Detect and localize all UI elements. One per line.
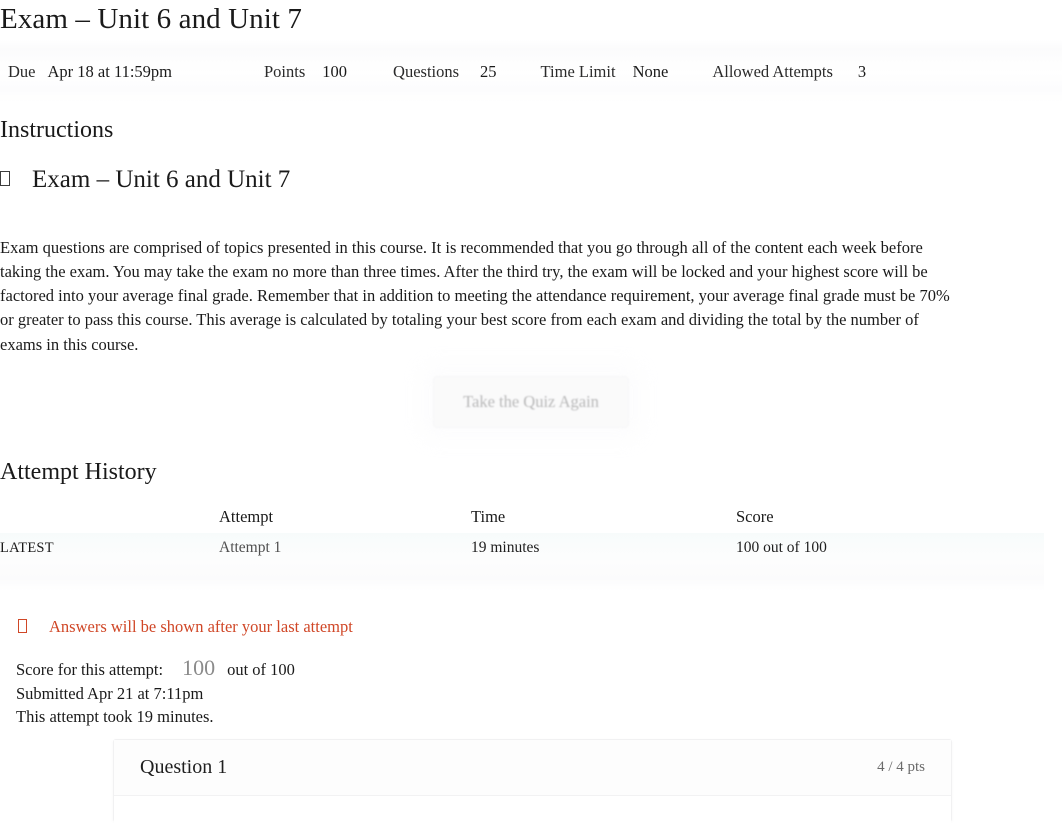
meta-points-value: 100 (322, 62, 348, 81)
attempt-duration: This attempt took 19 minutes. (16, 707, 214, 726)
instructions-body: Exam questions are comprised of topics p… (0, 237, 950, 354)
retake-button-container: Take the Quiz Again (0, 376, 1062, 428)
meta-questions-label: Questions (393, 62, 460, 81)
meta-due-value: Apr 18 at 11:59pm (47, 62, 173, 81)
question-card: Question 1 4 / 4 pts (113, 739, 952, 823)
score-value: 100 (182, 655, 216, 680)
meta-due: Due Apr 18 at 11:59pm (8, 62, 172, 82)
attempt-latest-badge: LATEST (0, 533, 219, 563)
question-points: 4 / 4 pts (877, 759, 925, 775)
table-row: LATEST Attempt 1 19 minutes 100 out of 1… (0, 533, 1044, 563)
score-for-attempt: Score for this attempt: 100 out of 100 (16, 655, 295, 681)
submitted-timestamp: Submitted Apr 21 at 7:11pm (16, 684, 204, 703)
attempt-history-header-row: Attempt Time Score (0, 499, 1044, 533)
instructions-subtitle: Exam – Unit 6 and Unit 7 (0, 166, 290, 194)
column-header-score: Score (736, 507, 774, 526)
meta-allowed-attempts-value: 3 (857, 62, 867, 81)
question-header: Question 1 4 / 4 pts (114, 740, 951, 796)
meta-time-limit-label: Time Limit (540, 62, 616, 81)
attempt-score-cell: 100 out of 100 (736, 539, 827, 556)
meta-due-label: Due (8, 62, 36, 81)
quiz-meta-band: Due Apr 18 at 11:59pm Points 100 Questio… (0, 40, 1062, 103)
meta-allowed-attempts-label: Allowed Attempts (712, 62, 833, 81)
column-header-attempt: Attempt (219, 507, 274, 526)
attempt-cell: Attempt 1 (219, 533, 471, 563)
meta-points-label: Points (264, 62, 306, 81)
take-quiz-again-button[interactable]: Take the Quiz Again (433, 376, 629, 428)
score-label: Score for this attempt: (16, 660, 164, 679)
score-out-of: out of 100 (227, 660, 295, 679)
meta-points: Points 100 (264, 62, 347, 82)
attempt-history-body: LATEST Attempt 1 19 minutes 100 out of 1… (0, 533, 1044, 563)
meta-allowed-attempts: Allowed Attempts 3 (712, 62, 866, 82)
attempt-history-table: Attempt Time Score LATEST Attempt 1 19 m… (0, 499, 1044, 563)
attempt-history-head: Attempt Time Score (0, 499, 1044, 533)
table-bottom-spacer (0, 561, 1044, 591)
instructions-subtitle-text: Exam – Unit 6 and Unit 7 (32, 166, 291, 193)
attempt-history-heading: Attempt History (0, 459, 157, 485)
missing-glyph-box-icon (0, 171, 10, 186)
answers-notice-text: Answers will be shown after your last at… (49, 617, 353, 636)
meta-questions: Questions 25 (393, 62, 497, 82)
attempt-link[interactable]: Attempt 1 (219, 539, 281, 556)
meta-time-limit-value: None (632, 62, 669, 81)
instructions-heading: Instructions (0, 117, 114, 143)
meta-questions-value: 25 (480, 62, 497, 81)
column-header-blank (0, 499, 219, 533)
question-title: Question 1 (140, 756, 228, 778)
quiz-meta-row: Due Apr 18 at 11:59pm Points 100 Questio… (0, 62, 1062, 86)
page-title: Exam – Unit 6 and Unit 7 (0, 3, 303, 35)
missing-glyph-box-icon (18, 619, 27, 633)
meta-time-limit: Time Limit None (541, 62, 669, 82)
answers-notice: Answers will be shown after your last at… (18, 617, 353, 637)
column-header-time: Time (471, 507, 506, 526)
attempt-time-cell: 19 minutes (471, 539, 540, 556)
question-body (114, 796, 951, 823)
status-badge: LATEST (0, 540, 54, 556)
